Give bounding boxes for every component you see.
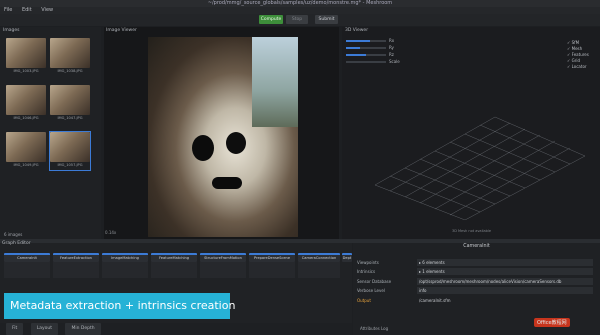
- menu-edit[interactable]: Edit: [22, 7, 32, 13]
- layout-button[interactable]: Layout: [30, 323, 59, 335]
- attr-label: Verbose Level: [357, 288, 385, 293]
- ground-grid[interactable]: [375, 100, 585, 220]
- menu-view[interactable]: View: [41, 7, 53, 13]
- slider-track: [346, 61, 386, 63]
- node-featureextraction[interactable]: FeatureExtraction: [53, 253, 99, 262]
- min-depth-select[interactable]: Min Depth: [65, 323, 101, 335]
- mesh-status: 3D Mesh not available: [452, 229, 492, 233]
- attr-label: Sensor Database: [357, 279, 392, 284]
- attr-label: Intrinsics: [357, 269, 376, 274]
- slider-rx[interactable]: Rx: [346, 38, 406, 44]
- attributes-tabs[interactable]: Attributes Log: [360, 326, 388, 331]
- image-thumbnail[interactable]: IMG_1046.JPG: [6, 85, 46, 123]
- attr-intrinsics[interactable]: Intrinsics ▸ 1 elements: [357, 268, 597, 275]
- thumbnail-image: [6, 132, 46, 162]
- layer-label: SfM: [571, 40, 580, 45]
- compute-button[interactable]: Compute: [259, 15, 283, 24]
- attr-sensor-database[interactable]: Sensor Database/opt/ssprod/meshroom/mesh…: [357, 278, 597, 285]
- slider-label: Ry: [389, 45, 394, 50]
- site-watermark: Office教程网: [534, 318, 570, 327]
- node-body[interactable]: [102, 262, 148, 278]
- slider-scale[interactable]: Scale: [346, 59, 406, 65]
- node-camerainit[interactable]: CameraInit: [4, 253, 50, 262]
- viewer3d-layers: ✓ SfM ✓ Mesh ✓ Features ✓ Grid ✓ Locator: [567, 40, 589, 70]
- slider-rz[interactable]: Rz: [346, 52, 406, 58]
- attr-label: Viewpoints: [357, 260, 379, 265]
- layer-label: Locator: [571, 64, 587, 69]
- node-imagematching[interactable]: ImageMatching: [102, 253, 148, 262]
- stop-button[interactable]: Stop: [286, 15, 308, 24]
- submit-button[interactable]: Submit: [315, 15, 338, 24]
- image-thumbnail-selected[interactable]: IMG_1057.JPG: [49, 131, 91, 171]
- thumbnail-caption: IMG_1046.JPG: [13, 116, 39, 120]
- attributes-title: CameraInit: [463, 244, 490, 249]
- images-panel-title: Images: [3, 28, 20, 33]
- node-preparedensescene[interactable]: PrepareDenseScene: [249, 253, 295, 262]
- thumbnail-caption: IMG_1057.JPG: [57, 163, 83, 167]
- layer-label: Features: [571, 52, 589, 57]
- attr-value[interactable]: ▸ 1 elements: [417, 268, 593, 275]
- photo-detail: [192, 135, 214, 161]
- node-body[interactable]: [151, 262, 197, 278]
- fit-button[interactable]: Fit: [6, 323, 24, 335]
- image-count: 6 images: [4, 232, 23, 237]
- graph-footer: Fit Layout Min Depth: [0, 323, 352, 335]
- thumbnail-image: [6, 85, 46, 115]
- image-thumbnail[interactable]: IMG_1038.JPG: [50, 38, 90, 76]
- thumbnail-caption: IMG_1003.JPG: [13, 69, 39, 73]
- thumbnail-caption: IMG_1049.JPG: [13, 163, 39, 167]
- image-thumbnail[interactable]: IMG_1003.JPG: [6, 38, 46, 76]
- layer-locator[interactable]: ✓ Locator: [567, 64, 589, 70]
- node-body[interactable]: [249, 262, 295, 278]
- attr-output[interactable]: Output/cameraInit.sfm: [357, 297, 597, 304]
- layer-label: Grid: [571, 58, 581, 63]
- viewer3d-title: 3D Viewer: [345, 28, 369, 33]
- graph-editor-title: Graph Editor: [2, 241, 31, 246]
- node-depthmap[interactable]: Dept: [342, 253, 352, 262]
- thumbnail-caption: IMG_1038.JPG: [57, 69, 83, 73]
- attr-value[interactable]: info: [417, 287, 593, 294]
- slider-label: Scale: [389, 59, 400, 64]
- attr-value[interactable]: /opt/ssprod/meshroom/meshroom/nodes/alic…: [417, 278, 593, 285]
- transform-sliders: Rx Ry Rz Scale: [346, 38, 406, 66]
- image-thumbnail[interactable]: IMG_1049.JPG: [6, 132, 46, 170]
- thumbnail-caption: IMG_1047.JPG: [57, 116, 83, 120]
- zoom-level: 0.14x: [105, 230, 117, 235]
- attr-value[interactable]: /cameraInit.sfm: [417, 297, 593, 304]
- window-title: ~/prod/mmg/_source_globals/samples/uz/de…: [0, 0, 600, 7]
- image-thumbnail[interactable]: IMG_1047.JPG: [50, 85, 90, 123]
- node-body[interactable]: [200, 262, 246, 278]
- attr-value[interactable]: ▸ 6 elements: [417, 259, 593, 266]
- thumbnail-image: [50, 85, 90, 115]
- slider-ry[interactable]: Ry: [346, 45, 406, 51]
- slider-fill: [346, 47, 360, 49]
- thumbnail-image: [50, 132, 90, 162]
- node-cameraconnection[interactable]: CameraConnection: [298, 253, 340, 262]
- layer-label: Mesh: [571, 46, 583, 51]
- node-body[interactable]: [4, 262, 50, 278]
- node-featurematching[interactable]: FeatureMatching: [151, 253, 197, 262]
- attr-viewpoints[interactable]: Viewpoints ▸ 6 elements: [357, 259, 597, 266]
- meshroom-window: ~/prod/mmg/_source_globals/samples/uz/de…: [0, 0, 600, 335]
- attr-label: Output: [357, 298, 371, 303]
- image-viewer-title: Image Viewer: [106, 28, 137, 33]
- node-body[interactable]: [298, 262, 340, 278]
- slider-label: Rz: [389, 52, 394, 57]
- menu-bar: File Edit View: [0, 7, 600, 14]
- video-caption: Metadata extraction + intrinsics creatio…: [4, 293, 235, 319]
- attr-verbose-level[interactable]: Verbose Level info: [357, 287, 597, 294]
- toolbar: Compute Stop Submit: [0, 14, 600, 26]
- viewer-photo[interactable]: [148, 37, 298, 237]
- thumbnail-image: [6, 38, 46, 68]
- photo-detail: [212, 177, 242, 189]
- slider-fill: [346, 40, 370, 42]
- photo-detail: [226, 132, 246, 154]
- menu-file[interactable]: File: [4, 7, 12, 13]
- node-body[interactable]: [53, 262, 99, 278]
- node-structurefrommotion[interactable]: StructureFromMotion: [200, 253, 246, 262]
- slider-fill: [346, 54, 366, 56]
- thumbnail-image: [50, 38, 90, 68]
- photo-background: [252, 37, 298, 127]
- slider-label: Rx: [389, 38, 395, 43]
